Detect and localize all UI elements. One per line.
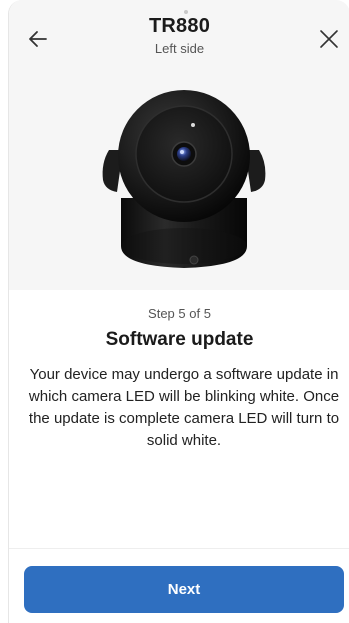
- footer-divider: [9, 548, 349, 549]
- close-icon: [320, 30, 338, 48]
- close-button[interactable]: [314, 24, 344, 54]
- next-button[interactable]: Next: [24, 566, 344, 613]
- instruction-text: Your device may undergo a software updat…: [28, 366, 340, 449]
- hero-section: TR880 Left side: [9, 0, 349, 290]
- header: TR880 Left side: [9, 0, 349, 70]
- page-subtitle: Left side: [154, 41, 205, 56]
- dialog-panel: TR880 Left side Step 5 of 5 Software upd…: [8, 0, 349, 623]
- step-indicator: Step 5 of 5: [148, 306, 211, 321]
- section-heading: Software update: [105, 329, 254, 350]
- page-title: TR880: [148, 15, 211, 37]
- security-camera-illustration: [102, 90, 266, 268]
